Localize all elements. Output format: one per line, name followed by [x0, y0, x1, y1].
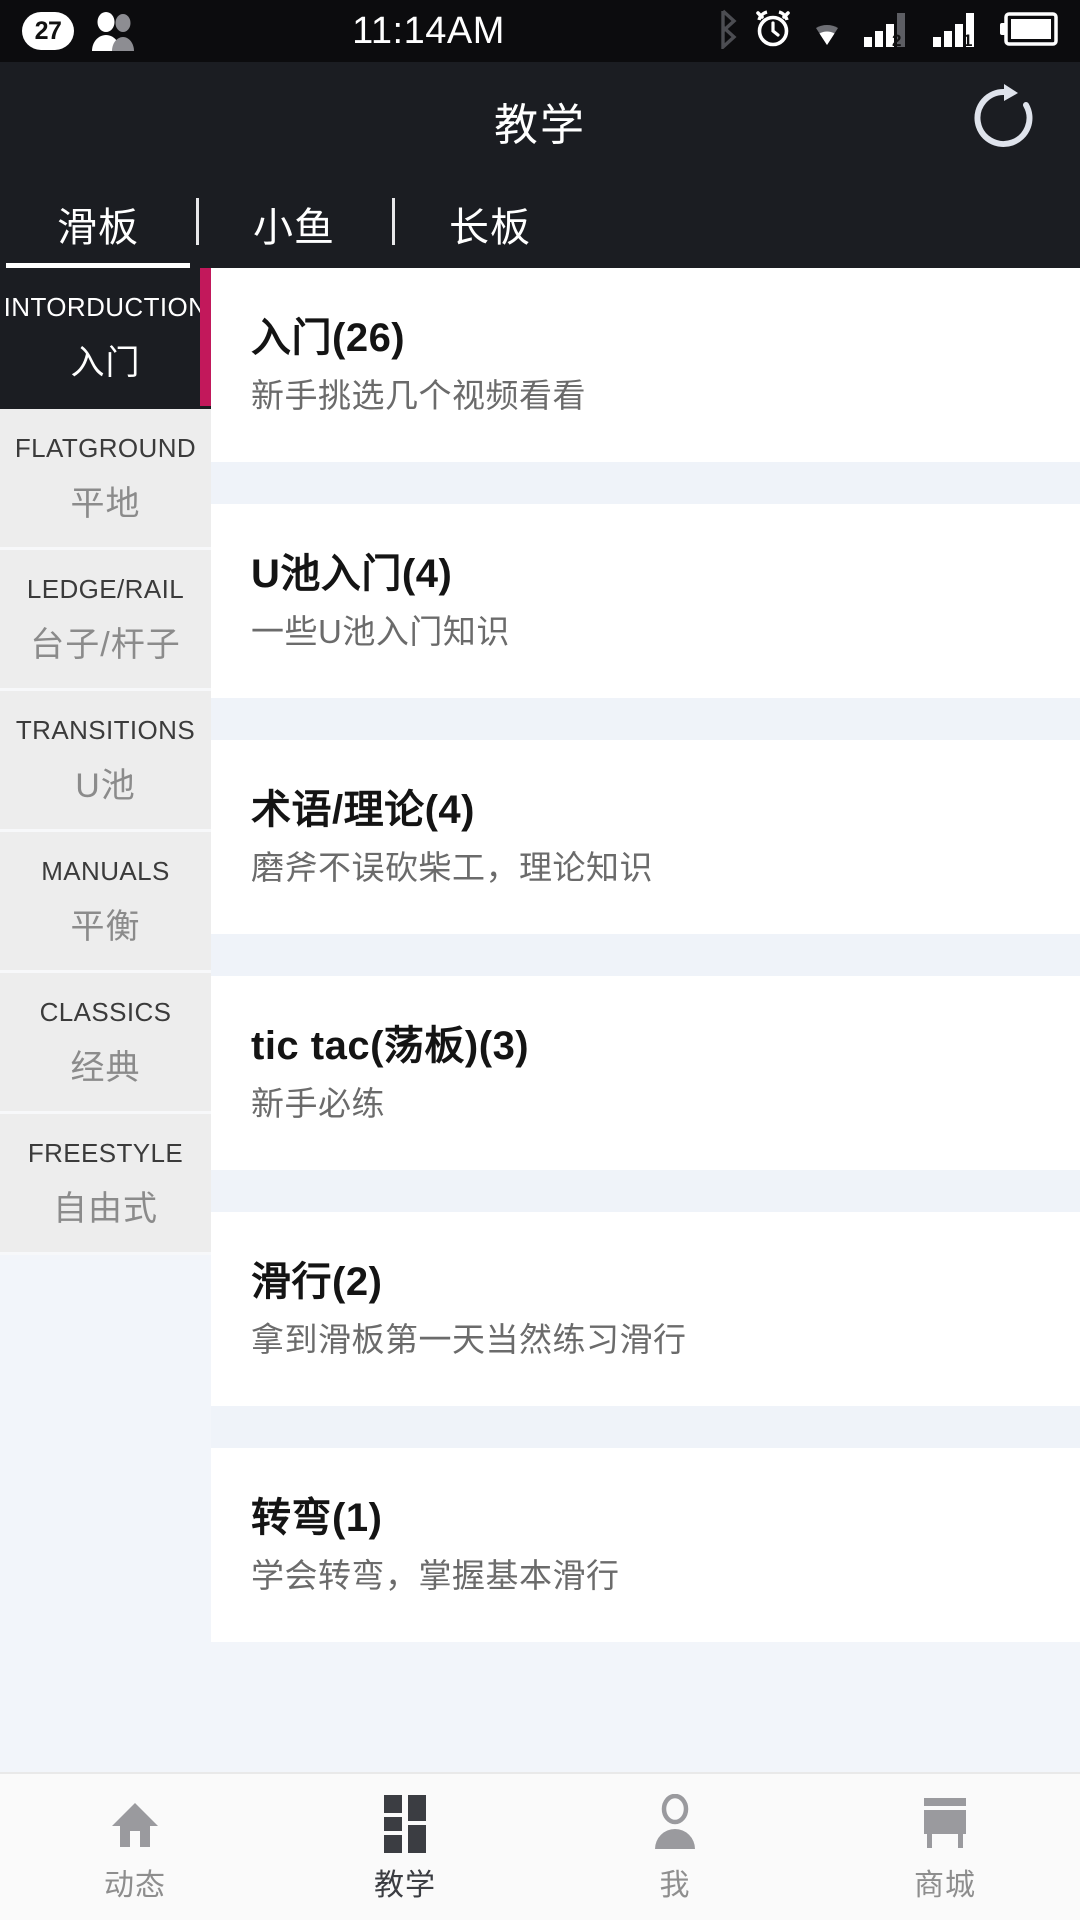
list-item[interactable]: 滑行(2) 拿到滑板第一天当然练习滑行	[211, 1212, 1080, 1406]
sidebar-item-freestyle[interactable]: FREESTYLE 自由式	[0, 1114, 211, 1255]
list-item-title: 滑行(2)	[251, 1260, 1080, 1304]
signal-sim1-icon: 1	[931, 9, 987, 54]
sidebar-item-en-label: FREESTYLE	[28, 1140, 183, 1166]
sidebar-item-cn-label: 台子/杆子	[30, 628, 180, 662]
sidebar-item-ledge-rail[interactable]: LEDGE/RAIL 台子/杆子	[0, 550, 211, 691]
list-separator	[211, 698, 1080, 740]
sidebar-item-cn-label: U池	[75, 769, 136, 803]
sidebar-item-cn-label: 平地	[71, 487, 141, 521]
refresh-icon	[968, 82, 1040, 159]
nav-item-profile[interactable]: 我	[540, 1793, 810, 1901]
sidebar-item-cn-label: 自由式	[53, 1192, 158, 1226]
list-item-title: 入门(26)	[251, 316, 1080, 360]
sidebar-item-cn-label: 平衡	[71, 910, 141, 944]
main-content: INTORDUCTION 入门 FLATGROUND 平地 LEDGE/RAIL…	[0, 268, 1080, 1772]
sidebar-item-introduction[interactable]: INTORDUCTION 入门	[0, 268, 211, 409]
sidebar-item-classics[interactable]: CLASSICS 经典	[0, 973, 211, 1114]
tab-skateboard[interactable]: 滑板	[0, 179, 196, 268]
nav-item-feed[interactable]: 动态	[0, 1793, 270, 1901]
app-screen: 27 11:14AM	[0, 0, 1080, 1920]
list-item-subtitle: 新手必练	[251, 1086, 1080, 1122]
battery-icon	[1000, 11, 1058, 52]
list-item[interactable]: 入门(26) 新手挑选几个视频看看	[211, 268, 1080, 462]
nav-item-teaching[interactable]: 教学	[270, 1793, 540, 1901]
list-item[interactable]: tic tac(荡板)(3) 新手必练	[211, 976, 1080, 1170]
list-item-subtitle: 新手挑选几个视频看看	[251, 378, 1080, 414]
sidebar-item-manuals[interactable]: MANUALS 平衡	[0, 832, 211, 973]
tab-label: 滑板	[57, 195, 139, 253]
sidebar-filler	[0, 1255, 211, 1772]
people-icon	[88, 11, 142, 51]
status-bar-right: 2 1	[715, 9, 1058, 54]
list-item-subtitle: 一些U池入门知识	[251, 614, 1080, 650]
sidebar-item-en-label: MANUALS	[41, 858, 170, 884]
person-icon	[649, 1793, 701, 1855]
bluetooth-icon	[715, 9, 741, 54]
refresh-button[interactable]	[966, 83, 1042, 159]
sidebar-item-flatground[interactable]: FLATGROUND 平地	[0, 409, 211, 550]
list-item[interactable]: 术语/理论(4) 磨斧不误砍柴工，理论知识	[211, 740, 1080, 934]
home-icon	[106, 1793, 164, 1855]
nav-item-label: 动态	[104, 1871, 166, 1901]
notification-count-badge: 27	[22, 12, 74, 50]
status-bar-left: 27	[22, 11, 142, 51]
nav-item-label: 商城	[914, 1871, 976, 1901]
list-item[interactable]: 转弯(1) 学会转弯，掌握基本滑行	[211, 1448, 1080, 1642]
tab-pennyboard[interactable]: 小鱼	[196, 179, 392, 268]
nav-item-label: 教学	[374, 1871, 436, 1901]
sidebar-item-en-label: INTORDUCTION	[4, 294, 208, 320]
list-separator	[211, 1170, 1080, 1212]
tab-label: 小鱼	[253, 195, 335, 253]
sidebar-item-en-label: CLASSICS	[40, 999, 172, 1025]
sidebar-item-en-label: LEDGE/RAIL	[27, 576, 184, 602]
signal-sim2-icon: 2	[862, 9, 918, 54]
nav-item-shop[interactable]: 商城	[810, 1793, 1080, 1901]
list-item-title: 术语/理论(4)	[251, 788, 1080, 832]
sidebar-item-en-label: FLATGROUND	[15, 435, 196, 461]
list-separator	[211, 934, 1080, 976]
clock-time: 11:14AM	[352, 10, 505, 53]
sidebar-item-en-label: TRANSITIONS	[16, 717, 195, 743]
store-icon	[916, 1793, 974, 1855]
svg-text:1: 1	[963, 31, 972, 49]
list-item-subtitle: 拿到滑板第一天当然练习滑行	[251, 1322, 1080, 1358]
list-item-title: U池入门(4)	[251, 552, 1080, 596]
list-item-subtitle: 磨斧不误砍柴工，理论知识	[251, 850, 1080, 886]
list-item-subtitle: 学会转弯，掌握基本滑行	[251, 1558, 1080, 1594]
category-sidebar: INTORDUCTION 入门 FLATGROUND 平地 LEDGE/RAIL…	[0, 268, 211, 1772]
status-bar: 27 11:14AM	[0, 0, 1080, 62]
svg-text:2: 2	[892, 31, 901, 49]
sidebar-item-transitions[interactable]: TRANSITIONS U池	[0, 691, 211, 832]
page-title: 教学	[494, 89, 586, 153]
list-separator	[211, 1406, 1080, 1448]
tab-label: 长板	[449, 195, 531, 253]
bottom-navigation: 动态 教学 我	[0, 1772, 1080, 1920]
grid-icon	[376, 1793, 434, 1855]
app-header: 教学	[0, 62, 1080, 179]
category-tabs: 滑板 小鱼 长板	[0, 179, 1080, 268]
list-item-title: 转弯(1)	[251, 1496, 1080, 1540]
list-item[interactable]: U池入门(4) 一些U池入门知识	[211, 504, 1080, 698]
wifi-icon	[805, 11, 849, 52]
alarm-icon	[754, 9, 792, 54]
list-separator	[211, 462, 1080, 504]
sidebar-item-cn-label: 入门	[71, 346, 141, 380]
status-bar-center: 11:14AM	[142, 10, 715, 53]
lesson-list[interactable]: 入门(26) 新手挑选几个视频看看 U池入门(4) 一些U池入门知识 术语/理论…	[211, 268, 1080, 1772]
sidebar-item-cn-label: 经典	[71, 1051, 141, 1085]
list-item-title: tic tac(荡板)(3)	[251, 1024, 1080, 1068]
tab-longboard[interactable]: 长板	[392, 179, 588, 268]
nav-item-label: 我	[660, 1871, 691, 1901]
